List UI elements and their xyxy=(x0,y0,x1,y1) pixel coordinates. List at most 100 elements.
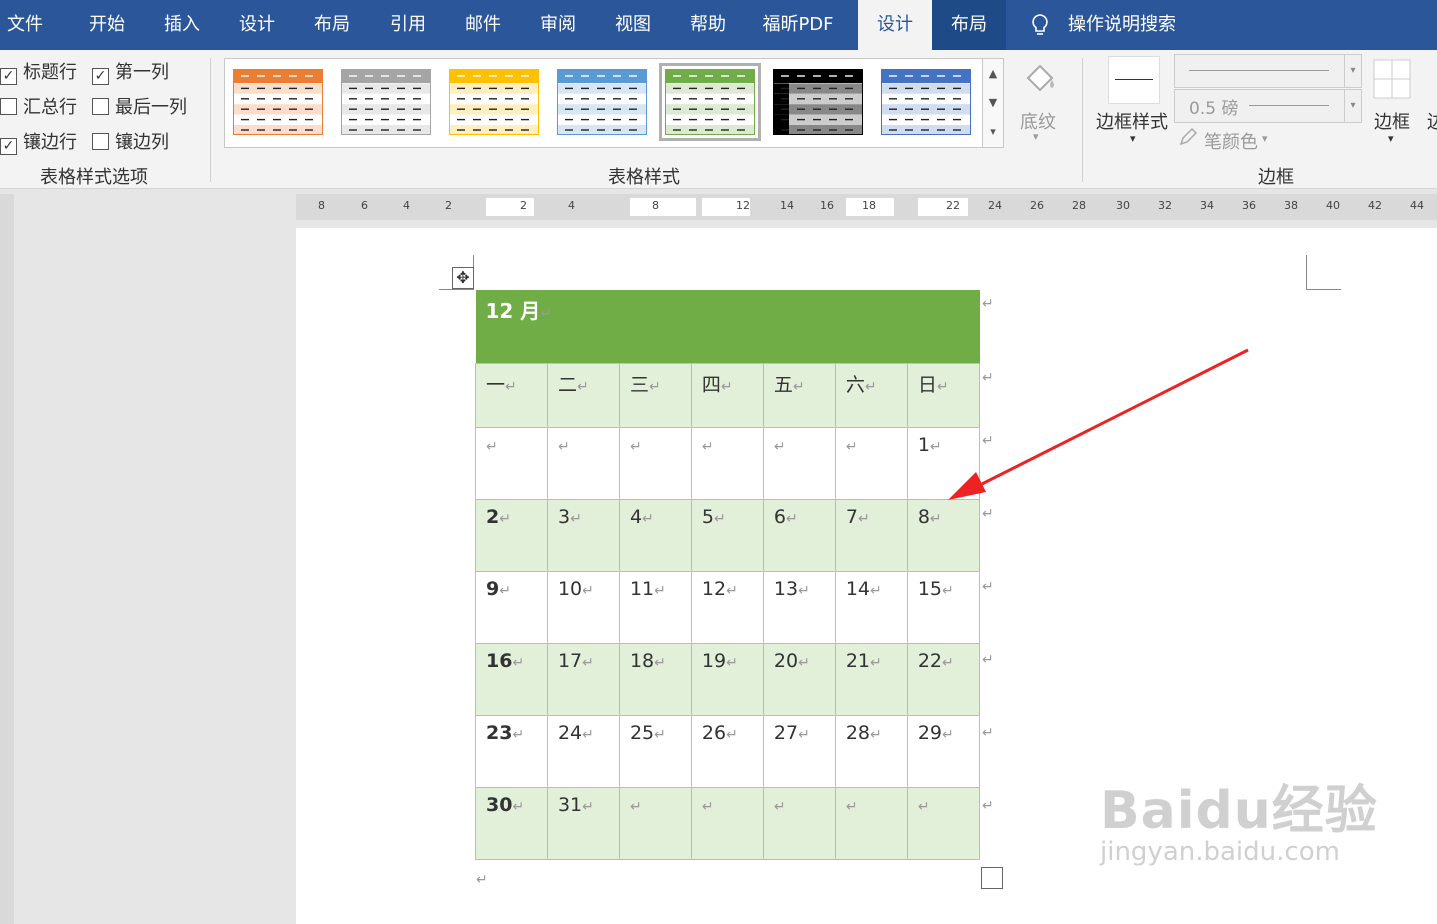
option-checkbox-5[interactable]: 镶边列 xyxy=(92,128,169,154)
tab-2[interactable]: 插入 xyxy=(147,0,217,50)
border-style-preview[interactable] xyxy=(1108,56,1160,104)
borders-dropdown-icon[interactable]: ▾ xyxy=(1388,132,1394,145)
tab-11[interactable]: 设计 xyxy=(858,0,932,50)
table-style-thumb-3[interactable] xyxy=(557,69,647,136)
day-cell[interactable]: ↵ xyxy=(690,426,764,500)
tab-1[interactable]: 开始 xyxy=(72,0,142,50)
checkbox-icon[interactable] xyxy=(0,98,17,115)
day-cell[interactable]: ↵ xyxy=(906,786,981,860)
day-cell[interactable]: 7↵ xyxy=(834,498,908,572)
tell-me-search[interactable]: 操作说明搜索 xyxy=(1068,0,1176,50)
line-style-select[interactable]: ▾ xyxy=(1174,54,1362,88)
weekday-cell[interactable]: 一↵ xyxy=(475,362,548,428)
table-style-thumb-6[interactable] xyxy=(881,69,971,136)
day-cell[interactable]: 22↵ xyxy=(906,642,981,716)
tab-12[interactable]: 布局 xyxy=(932,0,1006,50)
day-cell[interactable]: 6↵ xyxy=(762,498,836,572)
option-checkbox-2[interactable]: 汇总行 xyxy=(0,93,77,119)
weekday-cell[interactable]: 三↵ xyxy=(618,362,692,428)
day-cell[interactable]: 17↵ xyxy=(546,642,620,716)
day-cell[interactable]: 28↵ xyxy=(834,714,908,788)
weekday-cell[interactable]: 五↵ xyxy=(762,362,836,428)
day-cell[interactable]: 16↵ xyxy=(475,642,548,716)
tab-0[interactable]: 文件 xyxy=(2,0,48,50)
day-cell[interactable]: ↵ xyxy=(546,426,620,500)
table-style-thumb-4[interactable] xyxy=(659,63,761,141)
day-cell[interactable]: 29↵ xyxy=(906,714,981,788)
tab-4[interactable]: 布局 xyxy=(297,0,367,50)
option-checkbox-4[interactable]: ✓ 镶边行 xyxy=(0,128,77,155)
border-styles-dropdown-icon[interactable]: ▾ xyxy=(1130,132,1136,145)
day-cell[interactable]: 25↵ xyxy=(618,714,692,788)
gallery-up-icon[interactable]: ▲ xyxy=(983,59,1003,88)
day-cell[interactable]: ↵ xyxy=(762,426,836,500)
day-cell[interactable]: 12↵ xyxy=(690,570,764,644)
tab-6[interactable]: 邮件 xyxy=(448,0,518,50)
border-painter-button-clipped[interactable]: 边 xyxy=(1427,108,1437,134)
gallery-down-icon[interactable]: ▼ xyxy=(983,88,1003,117)
day-cell[interactable]: 9↵ xyxy=(475,570,548,644)
day-cell[interactable]: 10↵ xyxy=(546,570,620,644)
day-cell[interactable]: 14↵ xyxy=(834,570,908,644)
day-cell[interactable]: 21↵ xyxy=(834,642,908,716)
day-cell[interactable]: 23↵ xyxy=(475,714,548,788)
tab-7[interactable]: 审阅 xyxy=(523,0,593,50)
day-cell[interactable]: 15↵ xyxy=(906,570,981,644)
pen-color-button[interactable]: 笔颜色 xyxy=(1204,128,1258,154)
day-cell[interactable]: 27↵ xyxy=(762,714,836,788)
day-cell[interactable]: 5↵ xyxy=(690,498,764,572)
tab-3[interactable]: 设计 xyxy=(222,0,292,50)
weekday-cell[interactable]: 二↵ xyxy=(546,362,620,428)
line-weight-select[interactable]: 0.5 磅 ▾ xyxy=(1174,89,1362,123)
checkbox-icon[interactable] xyxy=(92,98,109,115)
day-cell[interactable]: ↵ xyxy=(834,426,908,500)
day-cell[interactable]: ↵ xyxy=(834,786,908,860)
option-checkbox-0[interactable]: ✓ 标题行 xyxy=(0,58,77,85)
pen-color-dropdown-icon[interactable]: ▾ xyxy=(1262,132,1268,145)
tab-8[interactable]: 视图 xyxy=(598,0,668,50)
checkbox-icon[interactable]: ✓ xyxy=(0,68,17,85)
day-cell[interactable]: 24↵ xyxy=(546,714,620,788)
day-cell[interactable]: 19↵ xyxy=(690,642,764,716)
checkbox-icon[interactable]: ✓ xyxy=(0,138,17,155)
shading-dropdown-icon[interactable]: ▾ xyxy=(1033,130,1039,143)
vertical-ruler[interactable] xyxy=(0,194,14,924)
day-cell[interactable]: 13↵ xyxy=(762,570,836,644)
option-checkbox-3[interactable]: 最后一列 xyxy=(92,93,187,119)
day-cell[interactable]: 4↵ xyxy=(618,498,692,572)
day-cell[interactable]: ↵ xyxy=(690,786,764,860)
weekday-cell[interactable]: 四↵ xyxy=(690,362,764,428)
calendar-month-title[interactable]: 12 月↵ xyxy=(475,290,980,363)
day-cell[interactable]: 30↵ xyxy=(475,786,548,860)
table-style-thumb-2[interactable] xyxy=(449,69,539,136)
checkbox-icon[interactable]: ✓ xyxy=(92,68,109,85)
horizontal-ruler[interactable]: 8 6 4 2 2 4 8 12 14 16 18 22 24 26 28 30 32 34 36 38 40 42 44 xyxy=(296,194,1437,220)
day-cell[interactable]: ↵ xyxy=(618,786,692,860)
table-style-thumb-1[interactable] xyxy=(341,69,431,136)
day-cell[interactable]: 11↵ xyxy=(618,570,692,644)
borders-button[interactable]: 边框 xyxy=(1374,108,1410,134)
day-cell[interactable]: 2↵ xyxy=(475,498,548,572)
checkbox-icon[interactable] xyxy=(92,133,109,150)
table-resize-handle[interactable] xyxy=(981,867,1003,889)
day-cell[interactable]: 18↵ xyxy=(618,642,692,716)
borders-grid-icon[interactable] xyxy=(1372,58,1412,100)
day-cell[interactable]: ↵ xyxy=(475,426,548,500)
day-cell[interactable]: 20↵ xyxy=(762,642,836,716)
weekday-cell[interactable]: 六↵ xyxy=(834,362,908,428)
tab-10[interactable]: 福昕PDF xyxy=(748,0,848,50)
paint-bucket-icon[interactable] xyxy=(1020,58,1060,102)
gallery-scroll[interactable]: ▲ ▼ ▾ xyxy=(982,58,1004,148)
table-style-thumb-5[interactable] xyxy=(773,69,863,136)
day-cell[interactable]: 3↵ xyxy=(546,498,620,572)
day-cell[interactable]: ↵ xyxy=(762,786,836,860)
table-move-handle-icon[interactable]: ✥ xyxy=(452,267,474,289)
gallery-more-icon[interactable]: ▾ xyxy=(983,117,1003,146)
border-styles-button[interactable]: 边框样式 xyxy=(1096,108,1168,134)
day-cell[interactable]: ↵ xyxy=(618,426,692,500)
day-cell[interactable]: 31↵ xyxy=(546,786,620,860)
tab-5[interactable]: 引用 xyxy=(373,0,443,50)
table-style-thumb-0[interactable] xyxy=(233,69,323,136)
option-checkbox-1[interactable]: ✓ 第一列 xyxy=(92,58,169,85)
tab-9[interactable]: 帮助 xyxy=(673,0,743,50)
